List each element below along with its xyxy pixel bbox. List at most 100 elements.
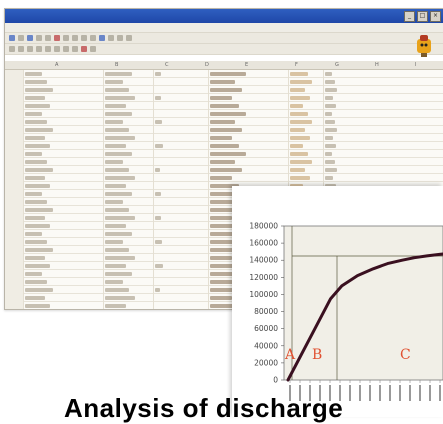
cell-text[interactable] — [290, 136, 310, 140]
cell-text[interactable] — [25, 176, 45, 180]
cell-text[interactable] — [105, 104, 126, 108]
align-left-icon[interactable] — [45, 46, 51, 52]
font-color-icon[interactable] — [81, 46, 87, 52]
cell-text[interactable] — [325, 176, 334, 180]
zoom-icon[interactable] — [126, 35, 132, 41]
cell-text[interactable] — [155, 120, 163, 124]
cell-text[interactable] — [25, 272, 42, 276]
minimize-button[interactable]: _ — [404, 10, 415, 22]
column-header[interactable]: C — [165, 62, 169, 68]
cell-text[interactable] — [325, 152, 333, 156]
cell-text[interactable] — [25, 80, 48, 84]
close-button[interactable]: × — [430, 10, 441, 22]
cell-text[interactable] — [25, 144, 51, 148]
cell-text[interactable] — [105, 168, 129, 172]
cell-text[interactable] — [290, 168, 306, 172]
cell-text[interactable] — [105, 280, 123, 284]
cell-text[interactable] — [290, 72, 308, 76]
cell-text[interactable] — [325, 96, 334, 100]
cell-text[interactable] — [290, 152, 308, 156]
cell-text[interactable] — [105, 224, 126, 228]
borders-icon[interactable] — [90, 46, 96, 52]
cell-text[interactable] — [325, 112, 333, 116]
cell-text[interactable] — [210, 256, 232, 260]
cell-text[interactable] — [210, 136, 232, 140]
office-assistant-icon[interactable] — [415, 33, 433, 59]
cell-text[interactable] — [105, 192, 132, 196]
cell-text[interactable] — [25, 160, 48, 164]
cell-text[interactable] — [25, 96, 45, 100]
cell-text[interactable] — [105, 248, 129, 252]
cell-text[interactable] — [325, 72, 333, 76]
cell-text[interactable] — [105, 200, 123, 204]
cell-text[interactable] — [210, 296, 232, 300]
cell-text[interactable] — [210, 96, 232, 100]
cell-text[interactable] — [105, 144, 126, 148]
cell-text[interactable] — [25, 216, 45, 220]
cell-text[interactable] — [325, 144, 336, 148]
cell-text[interactable] — [105, 232, 132, 236]
cell-text[interactable] — [290, 144, 304, 148]
cell-text[interactable] — [105, 184, 126, 188]
cell-text[interactable] — [290, 80, 312, 84]
cell-text[interactable] — [25, 72, 42, 76]
cell-text[interactable] — [25, 232, 42, 236]
open-file-icon[interactable] — [18, 35, 24, 41]
bold-icon[interactable] — [18, 46, 24, 52]
cell-text[interactable] — [155, 96, 162, 100]
cell-text[interactable] — [210, 120, 236, 124]
cell-text[interactable] — [210, 152, 246, 156]
underline-icon[interactable] — [36, 46, 42, 52]
cell-text[interactable] — [105, 240, 123, 244]
cell-text[interactable] — [25, 224, 51, 228]
cell-text[interactable] — [105, 272, 132, 276]
cell-text[interactable] — [290, 176, 310, 180]
paste-icon[interactable] — [72, 35, 78, 41]
cell-text[interactable] — [210, 144, 239, 148]
cell-text[interactable] — [325, 168, 337, 172]
cell-text[interactable] — [290, 128, 306, 132]
sort-icon[interactable] — [108, 35, 114, 41]
italic-icon[interactable] — [27, 46, 33, 52]
column-header[interactable]: H — [375, 62, 379, 68]
cell-text[interactable] — [105, 288, 129, 292]
cell-text[interactable] — [290, 160, 312, 164]
undo-icon[interactable] — [81, 35, 87, 41]
maximize-button[interactable]: □ — [417, 10, 428, 22]
print-icon[interactable] — [36, 35, 42, 41]
cell-text[interactable] — [105, 208, 129, 212]
align-right-icon[interactable] — [63, 46, 69, 52]
cell-text[interactable] — [325, 120, 335, 124]
cell-text[interactable] — [25, 296, 45, 300]
cell-text[interactable] — [105, 88, 129, 92]
cell-text[interactable] — [105, 296, 135, 300]
cell-text[interactable] — [25, 128, 53, 132]
cell-text[interactable] — [210, 80, 236, 84]
cell-text[interactable] — [325, 104, 336, 108]
cell-text[interactable] — [25, 240, 48, 244]
new-file-icon[interactable] — [9, 35, 15, 41]
cell-text[interactable] — [105, 256, 135, 260]
cell-text[interactable] — [105, 136, 135, 140]
cell-text[interactable] — [105, 80, 123, 84]
cell-text[interactable] — [25, 88, 53, 92]
cell-text[interactable] — [290, 120, 312, 124]
cell-text[interactable] — [25, 200, 48, 204]
redo-icon[interactable] — [90, 35, 96, 41]
cell-text[interactable] — [105, 152, 132, 156]
cell-text[interactable] — [210, 72, 246, 76]
cell-text[interactable] — [105, 264, 126, 268]
cell-text[interactable] — [210, 176, 232, 180]
font-select-icon[interactable] — [9, 46, 15, 52]
cell-text[interactable] — [25, 264, 51, 268]
cell-text[interactable] — [155, 144, 163, 148]
column-header[interactable]: A — [55, 62, 58, 68]
copy-icon[interactable] — [63, 35, 69, 41]
preview-icon[interactable] — [45, 35, 51, 41]
cell-text[interactable] — [155, 192, 161, 196]
cell-text[interactable] — [210, 168, 243, 172]
cut-icon[interactable] — [54, 35, 60, 41]
cell-text[interactable] — [25, 304, 51, 308]
cell-text[interactable] — [325, 160, 335, 164]
column-header[interactable]: I — [415, 62, 416, 68]
